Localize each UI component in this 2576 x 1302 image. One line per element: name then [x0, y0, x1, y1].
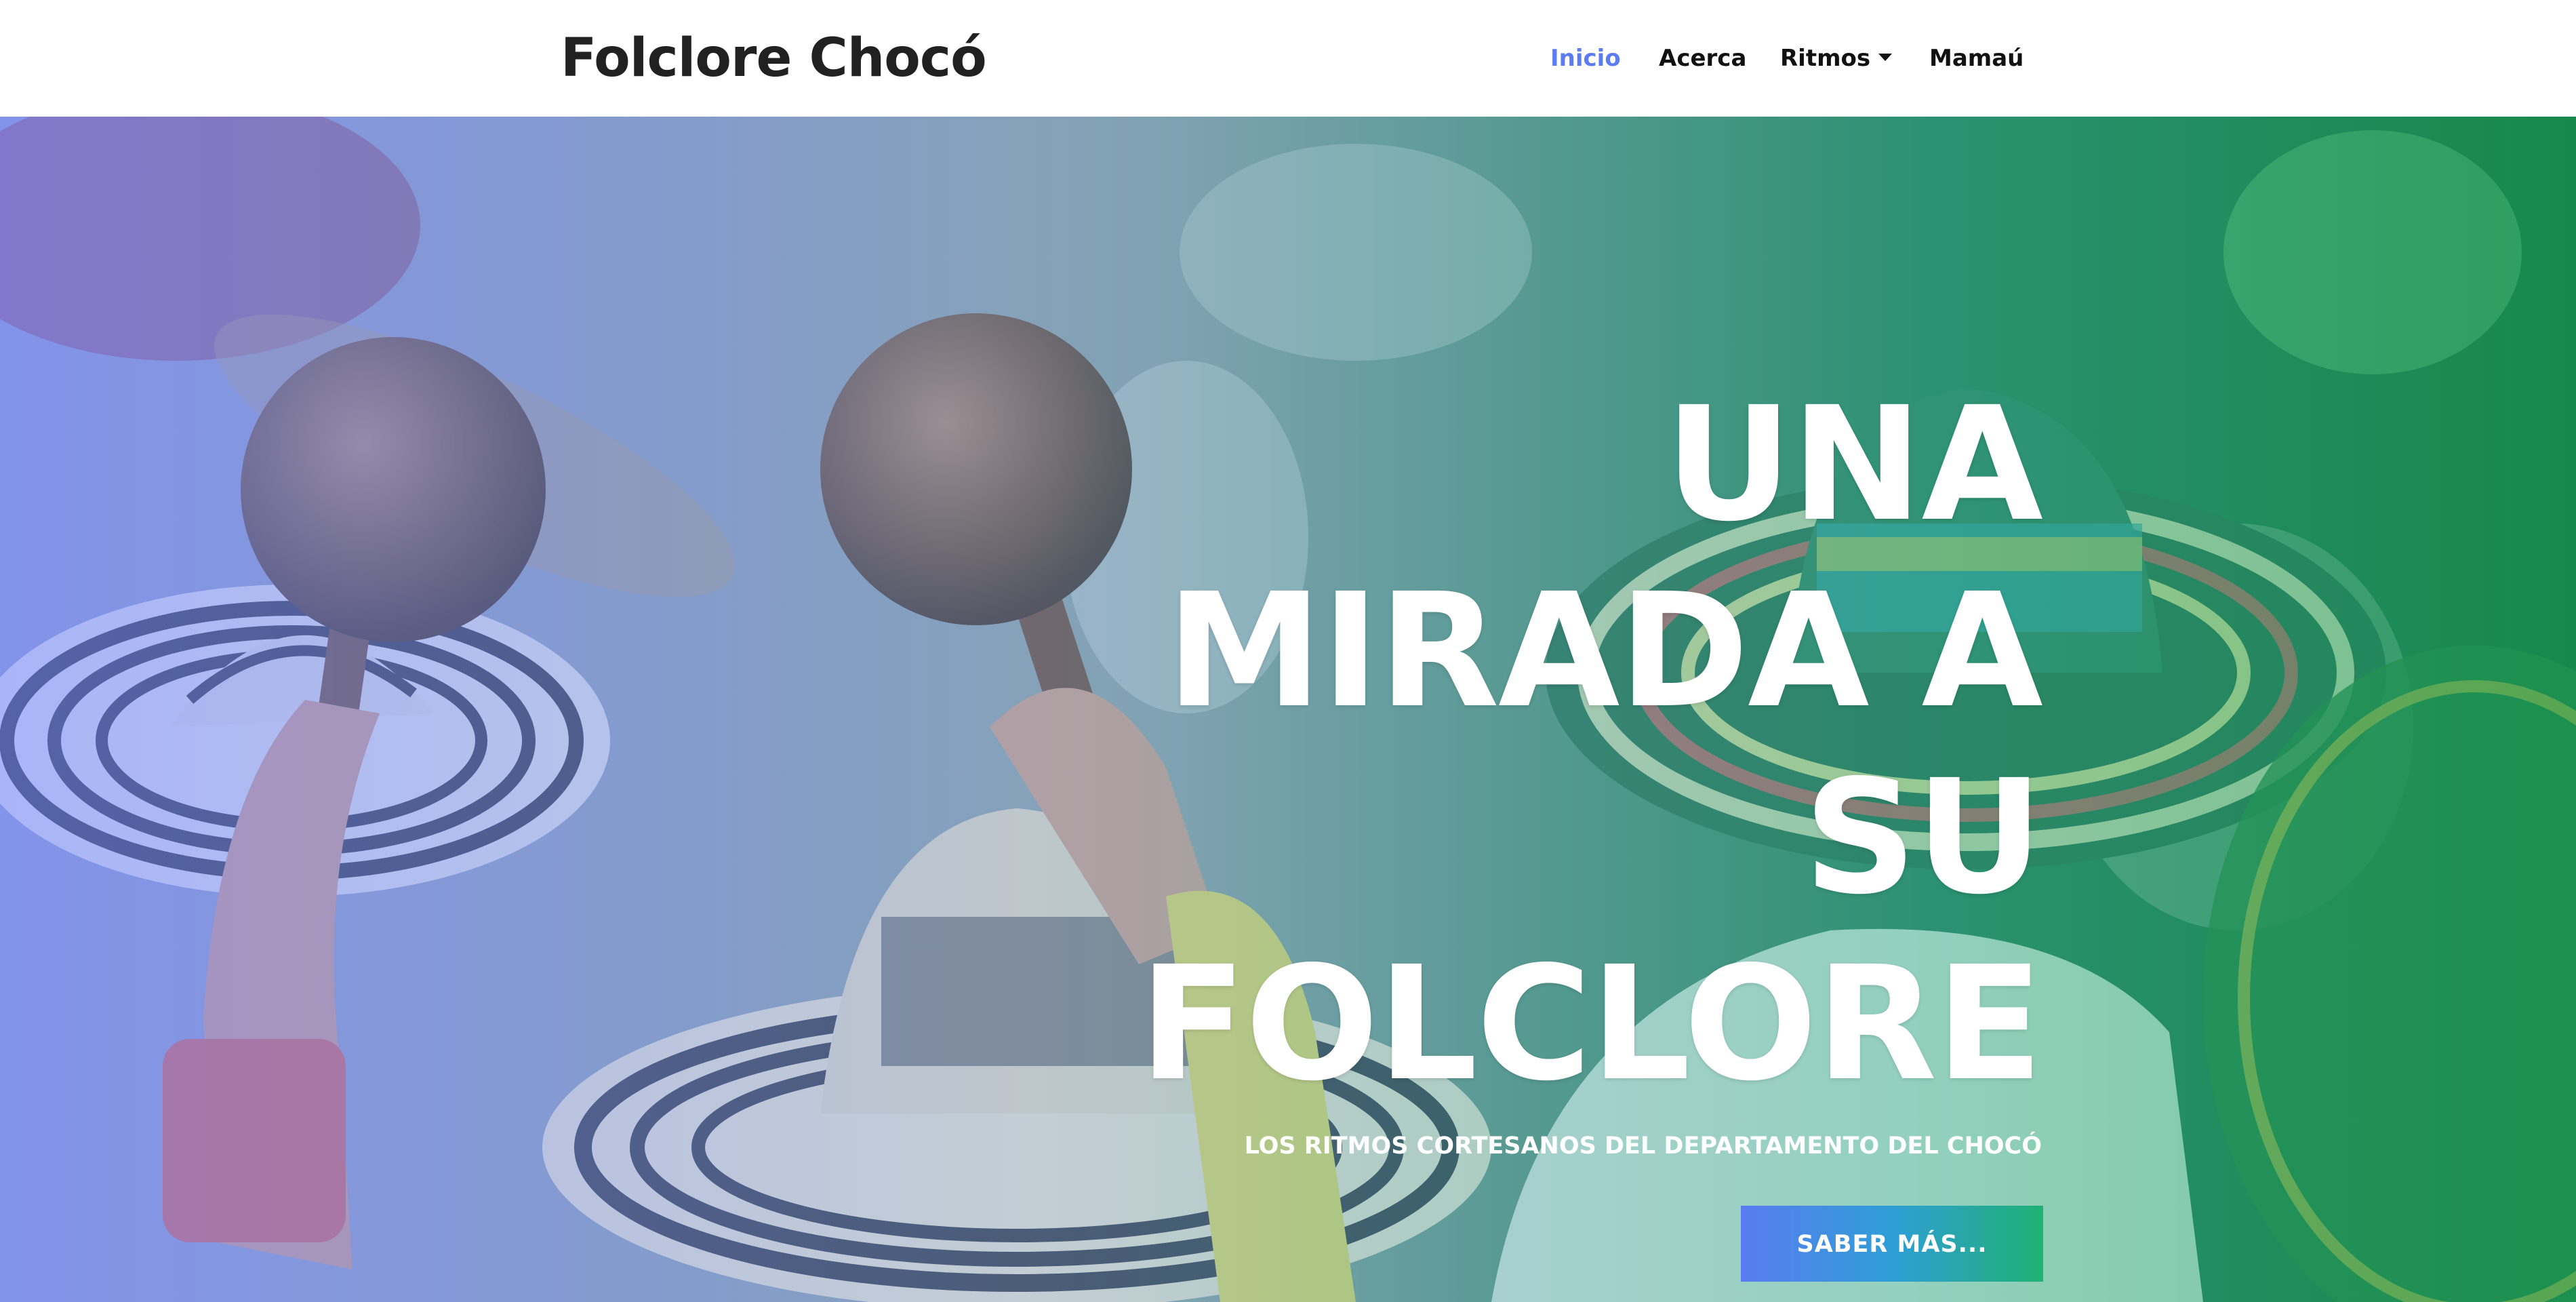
nav-link-inicio[interactable]: Inicio [1550, 42, 1621, 75]
navbar: Folclore Chocó Inicio Acerca Ritmos Mama… [0, 0, 2576, 117]
hero-title-line: UNA [1664, 373, 2043, 556]
hero-title: UNA MIRADA A SU FOLCLORE [1025, 372, 2043, 1118]
hero-subtitle: LOS RITMOS CORTESANOS DEL DEPARTAMENTO D… [1244, 1132, 2042, 1160]
hero-section: UNA MIRADA A SU FOLCLORE LOS RITMOS CORT… [0, 117, 2576, 1302]
brand-logo[interactable]: Folclore Chocó [561, 24, 987, 92]
hero-title-line: FOLCLORE [1139, 932, 2043, 1116]
nav-link-mamau[interactable]: Mamaú [1929, 42, 2024, 75]
nav-link-ritmos[interactable]: Ritmos [1780, 42, 1893, 75]
chevron-down-icon [1878, 54, 1893, 61]
hero-title-line: SU [1803, 746, 2043, 929]
nav-link-ritmos-label: Ritmos [1780, 45, 1871, 72]
nav-link-acerca[interactable]: Acerca [1659, 42, 1746, 75]
saber-mas-button[interactable]: SABER MÁS... [1741, 1206, 2043, 1282]
hero-title-line: MIRADA A [1166, 559, 2043, 743]
